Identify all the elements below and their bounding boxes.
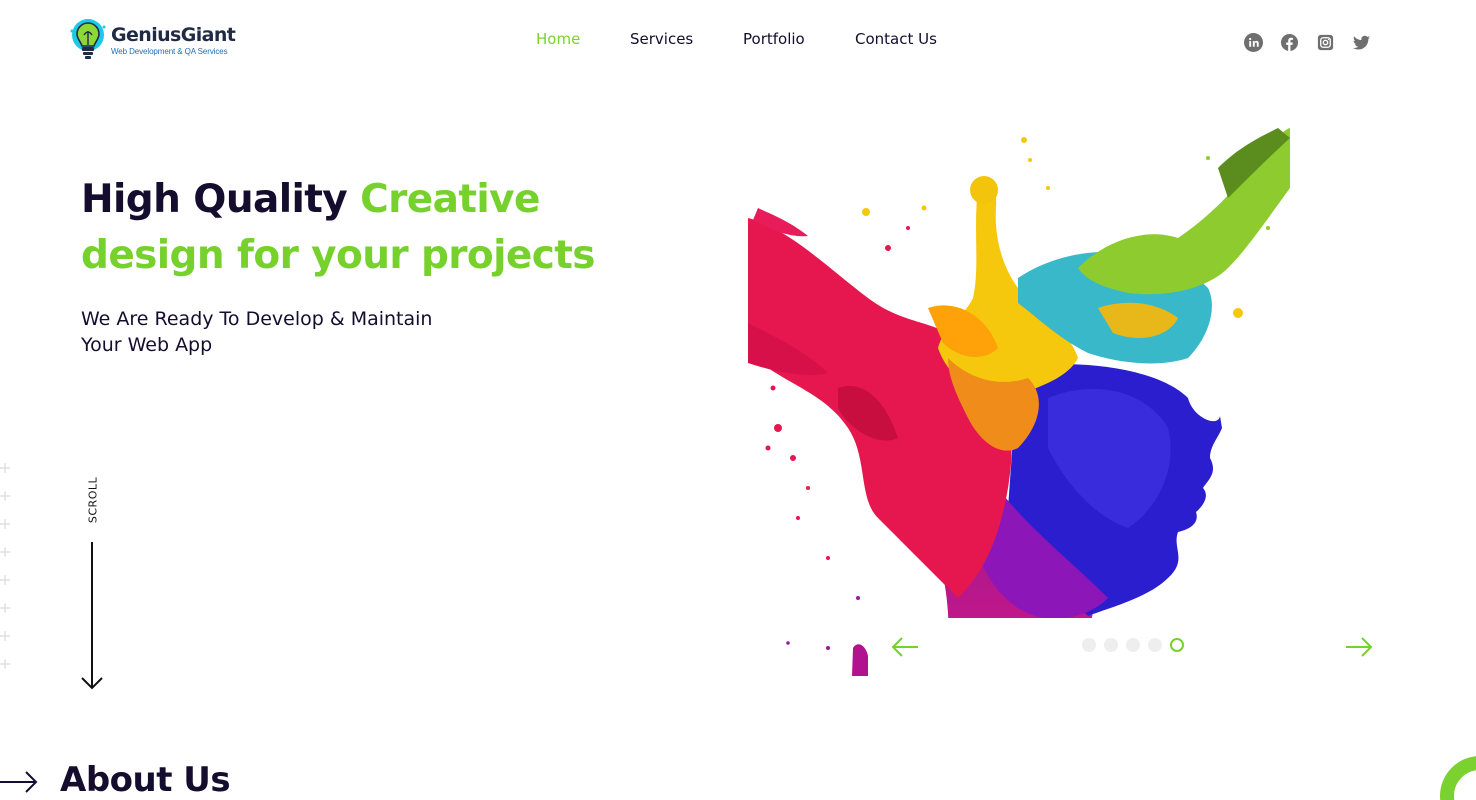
hero-subtitle-line1: We Are Ready To Develop & Maintain	[81, 308, 433, 330]
slider-next-arrow-icon[interactable]	[1344, 636, 1374, 658]
nav-contact-us[interactable]: Contact Us	[855, 30, 937, 48]
nav-home[interactable]: Home	[536, 30, 580, 48]
slider-dot-2[interactable]	[1104, 638, 1118, 652]
site-logo[interactable]: GeniusGiant Web Development & QA Service…	[69, 17, 236, 63]
hero-subtitle-line2: Your Web App	[81, 334, 213, 356]
about-arrow-icon	[0, 771, 38, 793]
slider-pagination	[1082, 638, 1184, 652]
hero-subtitle: We Are Ready To Develop & Maintain Your …	[81, 306, 501, 358]
hero-title-dark: High Quality	[81, 177, 361, 222]
about-title: About Us	[60, 760, 231, 800]
slider-dot-3[interactable]	[1126, 638, 1140, 652]
slider-prev-arrow-icon[interactable]	[890, 636, 920, 658]
scroll-label[interactable]: SCROLL	[85, 472, 101, 528]
logo-tagline: Web Development & QA Services	[111, 47, 228, 56]
lightbulb-logo-icon	[70, 19, 106, 59]
social-links	[1244, 33, 1371, 52]
slider-dot-4[interactable]	[1148, 638, 1162, 652]
decorative-plus-pattern	[0, 463, 10, 669]
decorative-green-ring	[1440, 756, 1476, 800]
linkedin-icon[interactable]	[1244, 33, 1263, 52]
hero-title-green-2: design for your projects	[81, 233, 596, 278]
nav-portfolio[interactable]: Portfolio	[743, 30, 805, 48]
facebook-icon[interactable]	[1280, 33, 1299, 52]
slider-dot-1[interactable]	[1082, 638, 1096, 652]
scroll-down-arrow-icon[interactable]	[80, 542, 104, 692]
slider-dot-5[interactable]	[1170, 638, 1184, 652]
logo-name: GeniusGiant	[111, 24, 236, 46]
hero-title: High Quality Creative design for your pr…	[81, 172, 701, 284]
hero-slider-image	[748, 128, 1290, 676]
scroll-text: SCROLL	[86, 476, 100, 524]
twitter-icon[interactable]	[1352, 33, 1371, 52]
instagram-icon[interactable]	[1316, 33, 1335, 52]
hero-title-green-1: Creative	[360, 177, 540, 222]
nav-services[interactable]: Services	[630, 30, 693, 48]
